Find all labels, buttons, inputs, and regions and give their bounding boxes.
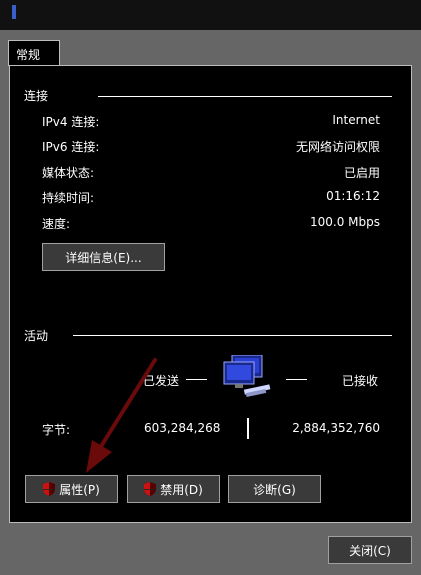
- speed-label: 速度:: [42, 217, 71, 231]
- ipv6-value: 无网络访问权限: [295, 140, 380, 154]
- activity-section-title: 活动: [24, 329, 49, 343]
- ipv4-value: Internet: [332, 113, 380, 127]
- connection-section-title: 连接: [24, 89, 49, 103]
- window-icon: [12, 5, 16, 19]
- close-button[interactable]: 关闭(C): [328, 536, 412, 564]
- details-button[interactable]: 详细信息(E)...: [42, 243, 165, 271]
- tab-general[interactable]: 常规: [8, 40, 60, 66]
- sent-connector-line: [186, 379, 207, 380]
- duration-value: 01:16:12: [326, 189, 380, 203]
- disable-button[interactable]: 禁用(D): [127, 475, 220, 503]
- received-connector-line: [286, 379, 307, 380]
- media-state-label: 媒体状态:: [42, 166, 95, 180]
- title-bar: [0, 0, 421, 30]
- details-button-label: 详细信息(E)...: [65, 250, 142, 265]
- bytes-sent-value: 603,284,268: [144, 421, 221, 435]
- activity-divider: [73, 335, 392, 336]
- duration-label: 持续时间:: [42, 191, 95, 205]
- uac-shield-icon: [144, 482, 157, 496]
- ipv4-label: IPv4 连接:: [42, 115, 100, 129]
- properties-button[interactable]: 属性(P): [25, 475, 118, 503]
- media-state-value: 已启用: [343, 166, 380, 180]
- connection-divider: [98, 96, 392, 97]
- uac-shield-icon: [43, 482, 56, 496]
- disable-button-label: 禁用(D): [160, 482, 203, 497]
- network-computers-icon: [222, 354, 274, 404]
- ipv6-label: IPv6 连接:: [42, 140, 100, 154]
- status-panel: [9, 65, 412, 523]
- speed-value: 100.0 Mbps: [309, 215, 380, 229]
- received-label: 已接收: [342, 374, 379, 388]
- bytes-label: 字节:: [42, 423, 71, 437]
- diagnose-button[interactable]: 诊断(G): [228, 475, 321, 503]
- tab-general-label: 常规: [16, 48, 41, 62]
- bytes-separator: [247, 418, 249, 439]
- bytes-received-value: 2,884,352,760: [292, 421, 380, 435]
- diagnose-button-label: 诊断(G): [253, 482, 296, 497]
- close-button-label: 关闭(C): [349, 543, 391, 558]
- sent-label: 已发送: [143, 374, 180, 388]
- properties-button-label: 属性(P): [59, 482, 100, 497]
